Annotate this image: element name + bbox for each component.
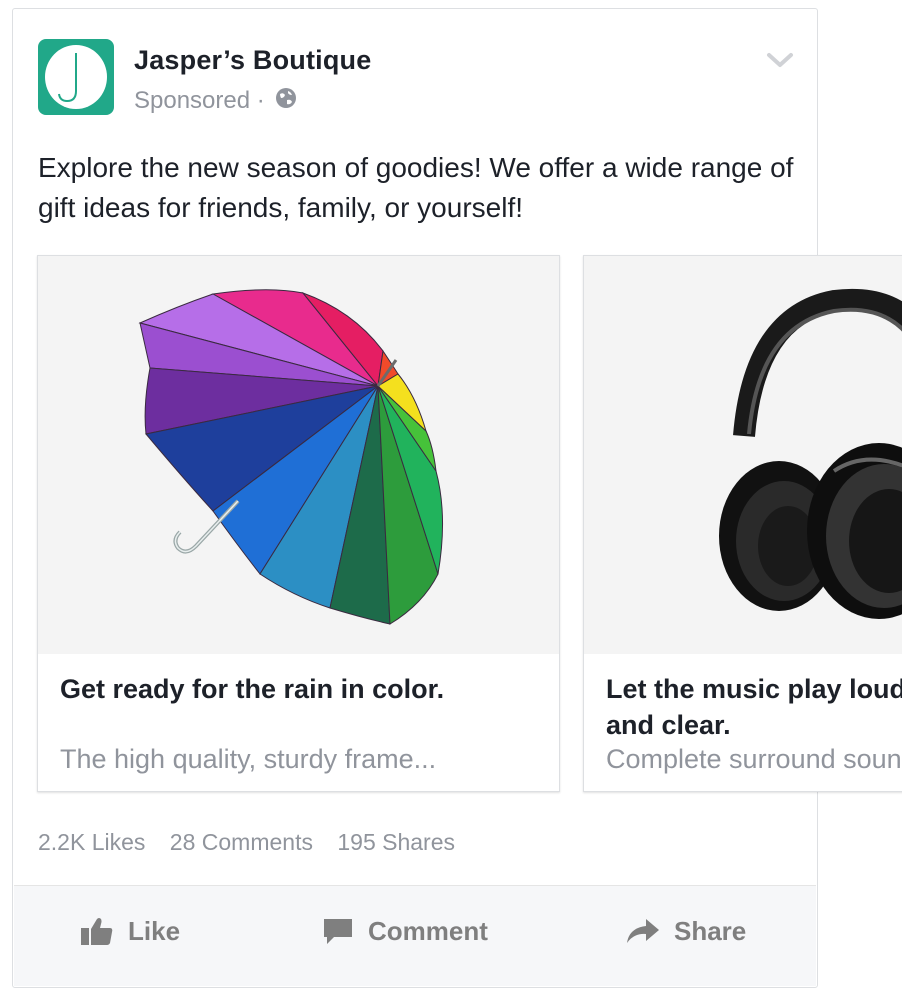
likes-count[interactable]: 2.2K Likes <box>38 829 145 855</box>
sponsored-label: Sponsored · <box>134 87 265 114</box>
comment-bubble-icon <box>324 919 352 944</box>
card-description: The high quality, sturdy frame... <box>60 744 437 774</box>
engagement-stats: 2.2K Likes 28 Comments 195 Shares <box>38 829 473 856</box>
boutique-logo-icon <box>45 45 107 109</box>
share-label: Share <box>674 915 747 946</box>
post-menu-chevron-icon[interactable] <box>765 49 795 73</box>
card-headline: Get ready for the rain in color. <box>60 674 445 704</box>
black-headphones-icon <box>719 288 902 619</box>
carousel-card[interactable]: Get ready for the rain in color. The hig… <box>37 255 560 792</box>
comment-label: Comment <box>368 915 488 946</box>
like-button[interactable]: Like <box>80 906 180 956</box>
share-arrow-icon <box>627 919 659 943</box>
post-message: Explore the new season of goodies! We of… <box>38 152 794 223</box>
comment-button[interactable]: Comment <box>322 906 488 956</box>
card-image <box>38 256 559 654</box>
page-avatar[interactable] <box>38 39 114 115</box>
thumbs-up-icon <box>81 918 113 945</box>
carousel-card[interactable]: Let the music play loud and clear. Compl… <box>583 255 902 792</box>
card-image <box>584 256 902 654</box>
like-label: Like <box>128 915 181 946</box>
shares-count[interactable]: 195 Shares <box>337 829 455 855</box>
share-button[interactable]: Share <box>626 906 746 956</box>
comments-count[interactable]: 28 Comments <box>170 829 313 855</box>
page-name-link[interactable]: Jasper’s Boutique <box>134 45 371 76</box>
card-description: Complete surround sound <box>606 744 902 774</box>
action-bar: Like Comment Share <box>14 886 816 986</box>
sponsored-line: Sponsored · <box>134 87 297 116</box>
rainbow-umbrella-icon <box>138 289 444 625</box>
globe-icon <box>275 87 297 116</box>
card-headline: Let the music play loud and clear. <box>606 674 902 740</box>
